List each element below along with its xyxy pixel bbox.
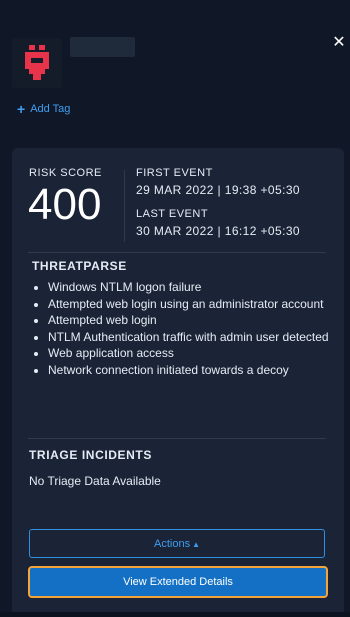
threatparse-item: Network connection initiated towards a d…: [48, 362, 338, 379]
last-event-value: 30 MAR 2022 | 16:12 +05:30: [136, 224, 300, 238]
redacted-name: [70, 37, 135, 57]
threatparse-item: Attempted web login: [48, 312, 338, 329]
threatparse-item: NTLM Authentication traffic with admin u…: [48, 329, 338, 346]
close-icon: ✕: [332, 34, 346, 51]
divider: [28, 252, 326, 253]
details-card: RISK SCORE 400 FIRST EVENT 29 MAR 2022 |…: [12, 148, 344, 617]
add-tag-label: Add Tag: [30, 103, 71, 115]
actions-button[interactable]: Actions ▲: [29, 529, 325, 558]
red-skull-avatar-icon: [25, 45, 49, 80]
actions-label: Actions: [154, 538, 191, 550]
close-button[interactable]: ✕: [330, 34, 348, 52]
threatparse-list: Windows NTLM logon failure Attempted web…: [32, 279, 338, 378]
risk-score-value: 400: [28, 180, 102, 229]
threatparse-item: Web application access: [48, 345, 338, 362]
add-tag-button[interactable]: + Add Tag: [17, 100, 71, 117]
triage-incidents-title: TRIAGE INCIDENTS: [29, 448, 152, 462]
divider: [28, 438, 326, 439]
vertical-divider: [124, 170, 125, 242]
threatparse-title: THREATPARSE: [32, 259, 127, 273]
first-event-value: 29 MAR 2022 | 19:38 +05:30: [136, 183, 300, 197]
avatar: [12, 38, 62, 88]
threatparse-item: Windows NTLM logon failure: [48, 279, 338, 296]
view-extended-details-button[interactable]: View Extended Details: [28, 566, 328, 598]
risk-score-label: RISK SCORE: [29, 167, 102, 179]
threatparse-item: Attempted web login using an administrat…: [48, 296, 338, 313]
caret-up-icon: ▲: [192, 540, 200, 549]
last-event-label: LAST EVENT: [136, 208, 209, 220]
triage-empty-text: No Triage Data Available: [29, 474, 161, 488]
first-event-label: FIRST EVENT: [136, 167, 213, 179]
plus-icon: +: [17, 100, 26, 117]
bottom-strip: [0, 612, 350, 617]
